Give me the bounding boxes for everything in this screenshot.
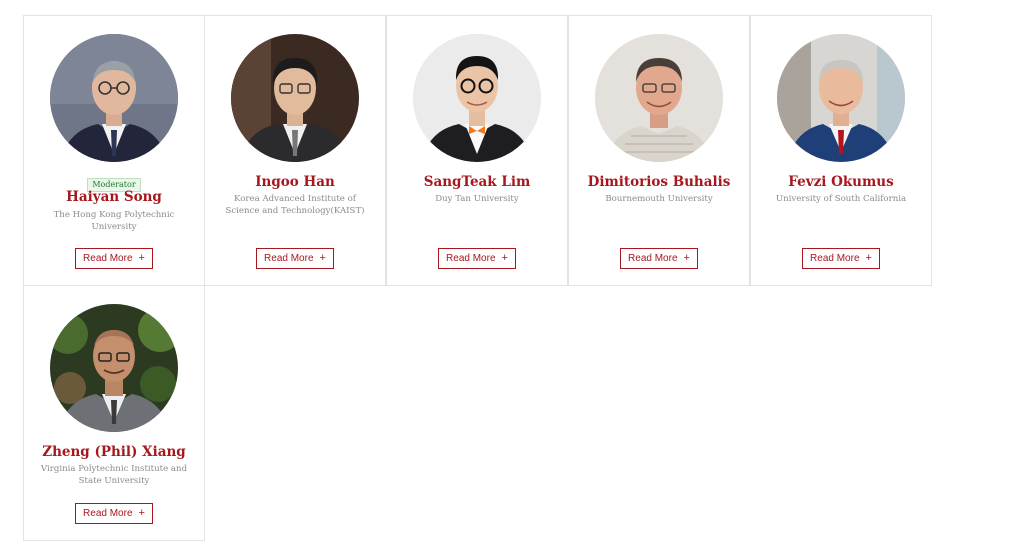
read-more-button[interactable]: Read More + [75,248,153,269]
plus-icon: + [138,252,145,264]
speaker-affiliation: Bournemouth University [605,194,713,204]
read-more-button[interactable]: Read More + [802,248,880,269]
speaker-photo [50,34,178,162]
plus-icon: + [683,252,690,264]
read-more-button[interactable]: Read More + [256,248,334,269]
speaker-affiliation: Korea Advanced Institute of Science and … [225,194,365,216]
speaker-name: SangTeak Lim [423,174,531,190]
speaker-affiliation: The Hong Kong Polytechnic University [53,210,175,232]
speaker-name: Ingoo Han [255,174,335,190]
read-more-label: Read More [264,253,314,264]
speaker-card: SangTeak Lim Duy Tan University Read Mor… [386,15,568,286]
speaker-card: Zheng (Phil) Xiang Virginia Polytechnic … [23,285,205,541]
speaker-photo [413,34,541,162]
speaker-affiliation: Duy Tan University [435,194,519,204]
read-more-button[interactable]: Read More + [620,248,698,269]
read-more-label: Read More [628,253,678,264]
speaker-name: Zheng (Phil) Xiang [42,444,186,460]
read-more-label: Read More [810,253,860,264]
read-more-button[interactable]: Read More + [438,248,516,269]
plus-icon: + [501,252,508,264]
speaker-card: Dimitorios Buhalis Bournemouth Universit… [568,15,750,286]
speaker-card: Ingoo Han Korea Advanced Institute of Sc… [204,15,386,286]
speaker-name: Dimitorios Buhalis [587,174,731,190]
speaker-name: Fevzi Okumus [788,174,894,190]
plus-icon: + [319,252,326,264]
speaker-name: Haiyan Song [66,189,162,205]
read-more-label: Read More [446,253,496,264]
speaker-card: Fevzi Okumus University of South Califor… [750,15,932,286]
read-more-label: Read More [83,508,133,519]
plus-icon: + [138,507,145,519]
read-more-button[interactable]: Read More + [75,503,153,524]
speaker-photo [777,34,905,162]
plus-icon: + [865,252,872,264]
speaker-photo [50,304,178,432]
speaker-card: Moderator Haiyan Song The Hong Kong Poly… [23,15,205,286]
read-more-label: Read More [83,253,133,264]
speaker-photo [595,34,723,162]
speaker-photo [231,34,359,162]
speaker-affiliation: University of South California [775,194,907,204]
speaker-affiliation: Virginia Polytechnic Institute and State… [40,464,188,486]
